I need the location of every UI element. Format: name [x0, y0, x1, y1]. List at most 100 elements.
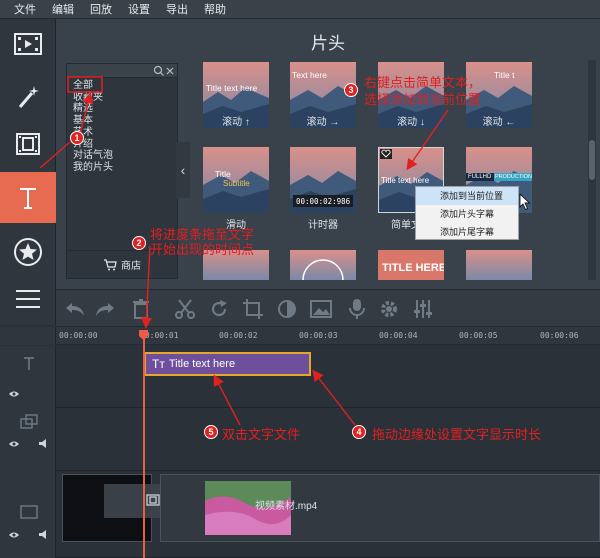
step-badge: 4: [352, 425, 366, 439]
menu-bar: 文件 编辑 回放 设置 导出 帮助: [0, 0, 600, 19]
scrollbar-thumb[interactable]: [589, 140, 595, 180]
cart-icon: [104, 258, 117, 270]
annotation-text: 将进度条拖至文字: [150, 227, 255, 242]
title-thumb[interactable]: [466, 250, 532, 280]
contrast-icon: [278, 300, 296, 318]
crop-icon: [243, 299, 263, 319]
title-thumb[interactable]: [290, 250, 356, 280]
menu-export[interactable]: 导出: [158, 1, 196, 17]
eye-icon[interactable]: [8, 531, 20, 539]
text-t-icon: [20, 187, 36, 209]
thumb-label: 计时器: [308, 220, 338, 231]
category-item[interactable]: 对话气泡: [73, 150, 113, 162]
stickers-button[interactable]: [0, 231, 56, 273]
cut-button[interactable]: [172, 296, 198, 322]
ruler-tick: 00:00:05: [459, 331, 498, 340]
color-adjust-button[interactable]: [274, 296, 300, 322]
title-clip-label: Title text here: [168, 358, 236, 370]
step-badge: 1: [70, 131, 84, 145]
context-item-add-current[interactable]: 添加到当前位置: [416, 187, 518, 205]
speaker-icon[interactable]: [38, 529, 50, 540]
menu-settings[interactable]: 设置: [120, 1, 158, 17]
thumb-caption: FULLHD: [468, 174, 492, 180]
menu-help[interactable]: 帮助: [196, 1, 234, 17]
thumb-caption: TITLE HERE: [382, 262, 444, 274]
transitions-button[interactable]: [0, 123, 56, 165]
speaker-icon[interactable]: [38, 438, 50, 449]
title-thumb[interactable]: 00:00:02:986: [290, 147, 356, 213]
transition-icon: [16, 133, 40, 155]
ruler-corner: [0, 327, 56, 345]
transition-icon: [146, 494, 160, 506]
annotation-step-4: 拖动边缘处设置文字显示时长: [372, 427, 542, 442]
import-media-button[interactable]: [0, 23, 56, 65]
context-menu: 添加到当前位置 添加片头字幕 添加片尾字幕: [415, 186, 519, 240]
category-item[interactable]: 全部: [73, 80, 113, 92]
ruler-tick: 00:00:03: [299, 331, 338, 340]
time-ruler[interactable]: 00:00:00 00:00:01 00:00:02 00:00:03 00:0…: [56, 327, 600, 345]
title-thumb[interactable]: TITLE HERE: [378, 250, 444, 280]
menu-file[interactable]: 文件: [6, 1, 44, 17]
close-icon[interactable]: [165, 66, 175, 76]
context-item-add-ending[interactable]: 添加片尾字幕: [416, 223, 518, 241]
collapse-categories-button[interactable]: ‹: [176, 142, 190, 198]
list-icon: [16, 290, 40, 308]
title-thumb[interactable]: Title Subtitle: [203, 147, 269, 213]
video-clip-name: 视频素材.mp4: [255, 501, 318, 512]
context-item-add-opening[interactable]: 添加片头字幕: [416, 205, 518, 223]
more-tools-button[interactable]: [0, 278, 56, 320]
thumb-caption: Title text here: [206, 83, 258, 93]
step-badge: 2: [132, 236, 146, 250]
rotate-button[interactable]: [206, 296, 232, 322]
gear-icon: [381, 301, 397, 317]
category-item[interactable]: 基本: [73, 115, 113, 127]
annotation-text: 右键点击简单文本，: [364, 75, 482, 90]
thumb-subcaption: Subtitle: [223, 179, 250, 188]
chevron-left-icon: ‹: [180, 162, 186, 178]
category-search[interactable]: [67, 64, 177, 78]
crop-button[interactable]: [240, 296, 266, 322]
search-icon: [153, 65, 164, 76]
thumb-caption: Title: [215, 169, 231, 179]
thumb-caption: Title text here: [381, 176, 430, 185]
step-badge: 5: [204, 425, 218, 439]
category-item[interactable]: 我的片头: [73, 162, 113, 174]
thumb-label: 滚动 →: [306, 117, 340, 128]
thumb-caption: Text here: [292, 70, 327, 80]
filters-button[interactable]: [0, 76, 56, 118]
redo-button[interactable]: [92, 296, 118, 322]
video-clip[interactable]: 视频素材.mp4: [160, 474, 600, 542]
record-voice-button[interactable]: [344, 296, 370, 322]
eye-icon[interactable]: [8, 440, 20, 448]
category-item[interactable]: 精选: [73, 103, 113, 115]
panel-title: 片头: [311, 34, 345, 53]
delete-button[interactable]: [128, 296, 154, 322]
eye-icon[interactable]: [8, 390, 20, 398]
playhead[interactable]: [143, 330, 145, 558]
ruler-tick: 00:00:00: [59, 331, 98, 340]
video-track-icon: [20, 505, 38, 519]
undo-button[interactable]: [62, 296, 88, 322]
overlay-track-header: [0, 408, 56, 471]
equalizer-button[interactable]: [410, 296, 436, 322]
title-track-header: [0, 346, 56, 408]
overlay-track-icon: [20, 414, 38, 429]
annotation-text: 开始出现的时间点: [150, 242, 255, 257]
category-item[interactable]: 收藏夹: [73, 92, 113, 104]
ruler-tick: 00:00:06: [540, 331, 579, 340]
left-tool-bar: [0, 19, 56, 325]
titles-button[interactable]: [0, 172, 56, 223]
annotation-step-3: 右键点击简单文本， 选择添加到当前位置: [364, 74, 481, 108]
menu-edit[interactable]: 编辑: [44, 1, 82, 17]
clip-settings-button[interactable]: [376, 296, 402, 322]
text-track-icon: [24, 357, 34, 370]
image-button[interactable]: [308, 296, 334, 322]
rotate-icon: [211, 300, 227, 317]
mouse-cursor-icon: [519, 193, 531, 211]
panel-scrollbar[interactable]: [588, 60, 596, 280]
picture-icon: [310, 300, 332, 318]
title-track[interactable]: [56, 346, 600, 408]
title-clip[interactable]: Tт Title text here: [144, 352, 311, 376]
video-track-header: [0, 471, 56, 558]
menu-playback[interactable]: 回放: [82, 1, 120, 17]
